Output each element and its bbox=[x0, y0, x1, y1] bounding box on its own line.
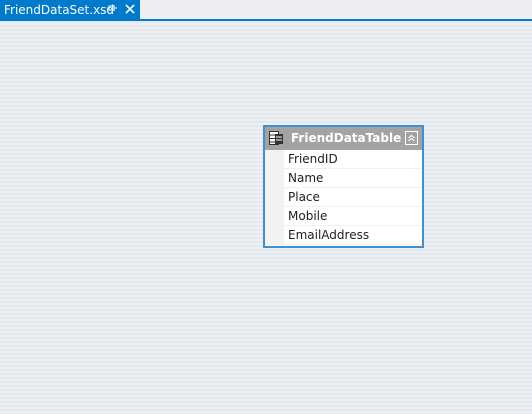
column-row[interactable]: Mobile bbox=[265, 207, 422, 226]
datatable-icon bbox=[269, 131, 283, 145]
row-selector[interactable] bbox=[265, 150, 284, 169]
column-name: Name bbox=[288, 171, 324, 185]
column-name: FriendID bbox=[288, 152, 338, 166]
row-selector[interactable] bbox=[265, 188, 284, 207]
row-selector[interactable] bbox=[265, 207, 284, 226]
column-row[interactable]: Name bbox=[265, 169, 422, 188]
collapse-up-icon[interactable] bbox=[405, 131, 418, 145]
tab-frienddataset-xsd[interactable]: FriendDataSet.xsd bbox=[0, 0, 140, 19]
pin-icon[interactable] bbox=[106, 3, 118, 15]
document-tab-strip: FriendDataSet.xsd bbox=[0, 0, 532, 21]
column-row[interactable]: FriendID bbox=[265, 150, 422, 169]
datatable-name: FriendDataTable bbox=[291, 131, 402, 145]
datatable-header[interactable]: FriendDataTable bbox=[265, 127, 422, 150]
datatable-frienddatatable[interactable]: FriendDataTable FriendID Name Place Mobi… bbox=[263, 125, 424, 248]
row-selector[interactable] bbox=[265, 169, 284, 188]
close-icon[interactable] bbox=[124, 3, 136, 15]
datatable-columns: FriendID Name Place Mobile EmailAddress bbox=[265, 150, 422, 245]
column-name: EmailAddress bbox=[288, 228, 370, 242]
column-row[interactable]: Place bbox=[265, 188, 422, 207]
tab-title: FriendDataSet.xsd bbox=[4, 2, 115, 17]
column-name: Mobile bbox=[288, 209, 328, 223]
column-row[interactable]: EmailAddress bbox=[265, 226, 422, 245]
column-name: Place bbox=[288, 190, 320, 204]
row-selector[interactable] bbox=[265, 226, 284, 245]
